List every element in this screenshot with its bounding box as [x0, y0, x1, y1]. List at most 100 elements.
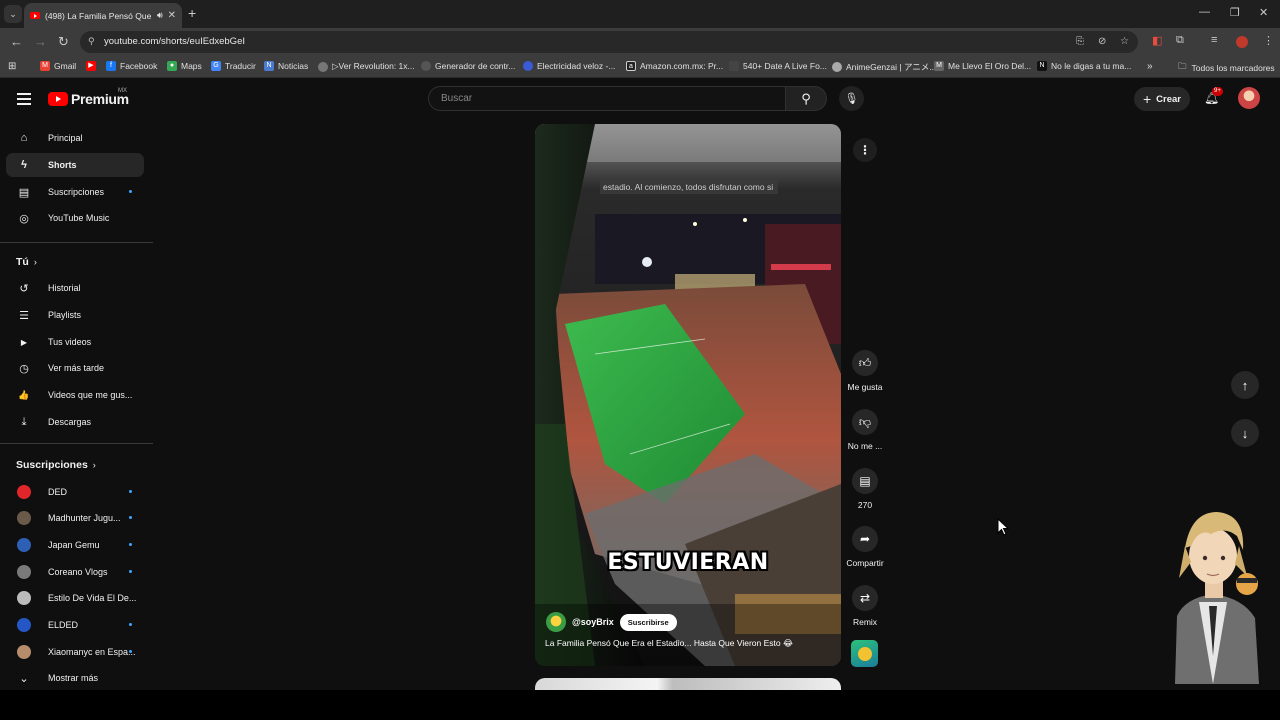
channel-avatar[interactable]: [546, 612, 566, 632]
all-bookmarks[interactable]: 🗀 Todos los marcadores: [1178, 61, 1275, 75]
new-content-dot: [129, 623, 132, 626]
youtube-premium-logo[interactable]: Premium MX: [48, 88, 129, 107]
bookmark-generator[interactable]: Generador de contr...: [421, 61, 515, 71]
url-text: youtube.com/shorts/euIEdxebGeI: [104, 36, 245, 47]
profile-icon[interactable]: [1236, 36, 1248, 48]
liked-icon: 👍: [18, 389, 30, 400]
new-content-dot: [129, 490, 132, 493]
previous-short-arrow-icon[interactable]: ↑: [1231, 371, 1259, 399]
remix-button[interactable]: ⇄ Remix: [835, 585, 895, 627]
globe-icon: [421, 61, 431, 71]
site-info-icon[interactable]: ⚲: [88, 36, 95, 47]
tab-audio-icon[interactable]: 🔊︎: [157, 10, 163, 21]
account-avatar[interactable]: [1238, 87, 1260, 109]
bookmark-date-a-live[interactable]: 540+ Date A Live Fo...: [729, 61, 827, 71]
extension-icon[interactable]: ◧: [1152, 34, 1162, 47]
bookmark-translate[interactable]: G Traducir: [211, 61, 256, 71]
bookmark-amazon[interactable]: a Amazon.com.mx: Pr...: [626, 61, 723, 71]
bookmark-electricidad[interactable]: Electricidad veloz -...: [523, 61, 615, 71]
shorts-video-player[interactable]: estadio. Al comienzo, todos disfrutan co…: [535, 124, 841, 666]
sidebar-heading-you[interactable]: Tú ›: [16, 256, 37, 268]
tab-close-icon[interactable]: ✕: [168, 10, 176, 21]
sidebar-item-playlists[interactable]: ☰ Playlists: [6, 303, 144, 327]
channel-row: @soyBrix Suscribirse: [546, 612, 677, 632]
sidebar-channel-item[interactable]: Japan Gemu: [6, 533, 144, 557]
bookmark-gmail[interactable]: M Gmail: [40, 61, 76, 71]
close-window-icon[interactable]: ✕: [1259, 6, 1268, 19]
browser-menu-icon[interactable]: ⋮: [1263, 34, 1274, 47]
share-button[interactable]: ➦ Compartir: [835, 526, 895, 568]
microphone-icon[interactable]: 🎙︎: [839, 86, 864, 111]
bookmark-star-icon[interactable]: ☆: [1120, 36, 1129, 47]
sidebar-item-watch-later[interactable]: ◷ Ver más tarde: [6, 356, 144, 380]
amazon-icon: a: [626, 61, 636, 71]
sidebar-channel-item[interactable]: Xiaomanyc en Espa...: [6, 640, 144, 664]
bookmark-no-le-digas[interactable]: N No le digas a tu ma...: [1037, 61, 1131, 71]
music-icon: ◎: [19, 212, 29, 225]
sidebar-item-history[interactable]: ↺ Historial: [6, 276, 144, 300]
bookmark-revolution[interactable]: ▷Ver Revolution: 1x...: [318, 61, 415, 72]
bookmark-me-llevo[interactable]: M Me Llevo El Oro Del...: [934, 61, 1031, 71]
apps-grid-icon[interactable]: ⊞: [8, 61, 16, 72]
search-icon[interactable]: ⚲: [786, 86, 827, 111]
media-controls-icon[interactable]: ≡: [1211, 34, 1217, 46]
sidebar-item-subscriptions[interactable]: ▤ Suscripciones: [6, 180, 144, 204]
channel-avatar: [17, 485, 31, 499]
bookmark-animegenzai[interactable]: AnimeGenzai | アニメ...: [832, 61, 936, 73]
channel-handle[interactable]: @soyBrix: [572, 617, 614, 627]
sidebar-channel-item[interactable]: DED: [6, 480, 144, 504]
browser-tab-active[interactable]: (498) La Familia Pensó Que Era el Estadi…: [24, 3, 182, 28]
sidebar-channel-item[interactable]: Coreano Vlogs: [6, 560, 144, 584]
next-short-preview[interactable]: [535, 678, 841, 690]
tracking-blocked-icon[interactable]: ⊘: [1098, 36, 1106, 47]
sidebar-item-your-videos[interactable]: ▶ Tus videos: [6, 330, 144, 354]
sidebar-item-home[interactable]: ⌂ Principal: [6, 126, 144, 150]
extensions-puzzle-icon[interactable]: ⧉: [1176, 34, 1184, 47]
sidebar-item-downloads[interactable]: ⤓ Descargas: [6, 410, 144, 434]
address-bar[interactable]: ⚲ youtube.com/shorts/euIEdxebGeI ⎘ ⊘ ☆: [80, 31, 1138, 53]
tab-title: (498) La Familia Pensó Que Era el Estadi…: [45, 10, 152, 21]
more-options-icon[interactable]: ⋮: [853, 138, 877, 162]
sidebar-item-liked-videos[interactable]: 👍 Videos que me gus...: [6, 383, 144, 407]
maximize-icon[interactable]: ❐: [1230, 6, 1240, 19]
search-input[interactable]: [429, 87, 769, 110]
sidebar-channel-item[interactable]: Estilo De Vida El De...: [6, 586, 144, 610]
like-button[interactable]: 👍︎ Me gusta: [835, 350, 895, 392]
minimize-icon[interactable]: —: [1199, 6, 1210, 18]
sound-avatar-icon: [857, 646, 872, 661]
channel-avatar: [17, 511, 31, 525]
sidebar-heading-subscriptions[interactable]: Suscripciones ›: [16, 459, 96, 471]
guide-menu-icon[interactable]: [17, 93, 31, 105]
sound-thumbnail[interactable]: [851, 640, 878, 667]
bookmark-youtube[interactable]: ▶: [86, 61, 100, 71]
back-icon[interactable]: ←: [10, 34, 23, 49]
history-icon: ↺: [19, 282, 29, 295]
browser-tab-bar: ⌄ (498) La Familia Pensó Que Era el Esta…: [0, 0, 1280, 28]
sidebar-channel-item[interactable]: Madhunter Jugu...: [6, 506, 144, 530]
bookmark-news[interactable]: N Noticias: [264, 61, 308, 71]
tab-search-icon[interactable]: ⌄: [4, 5, 22, 23]
reload-icon[interactable]: ↻: [58, 34, 69, 50]
sidebar-channel-item[interactable]: ELDED: [6, 613, 144, 637]
next-short-arrow-icon[interactable]: ↓: [1231, 419, 1259, 447]
create-button[interactable]: + Crear: [1134, 87, 1190, 111]
forward-icon[interactable]: →: [34, 34, 47, 49]
search-box: [428, 86, 786, 111]
comments-button[interactable]: ▤ 270: [835, 468, 895, 510]
subscribe-button[interactable]: Suscribirse: [619, 613, 677, 631]
bookmark-maps[interactable]: ● Maps: [167, 61, 202, 71]
dislike-button[interactable]: 👎︎ No me ...: [835, 409, 895, 451]
new-tab-icon[interactable]: +: [188, 5, 196, 21]
subscriptions-icon: ▤: [18, 186, 30, 199]
sidebar-item-shorts[interactable]: ϟ Shorts: [6, 153, 144, 177]
sidebar-show-more[interactable]: ⌄ Mostrar más: [6, 666, 144, 690]
short-title[interactable]: La Familia Pensó Que Era el Estadio... H…: [545, 638, 835, 649]
gmail-icon: M: [40, 61, 50, 71]
playlists-icon: ☰: [19, 309, 29, 322]
sidebar-item-youtube-music[interactable]: ◎ YouTube Music: [6, 206, 144, 230]
chevron-down-icon: ⌄: [19, 672, 29, 685]
bookmark-facebook[interactable]: f Facebook: [106, 61, 157, 71]
more-bookmarks-icon[interactable]: »: [1147, 61, 1153, 72]
install-app-icon[interactable]: ⎘: [1076, 36, 1084, 47]
sidebar-divider: [0, 242, 153, 243]
